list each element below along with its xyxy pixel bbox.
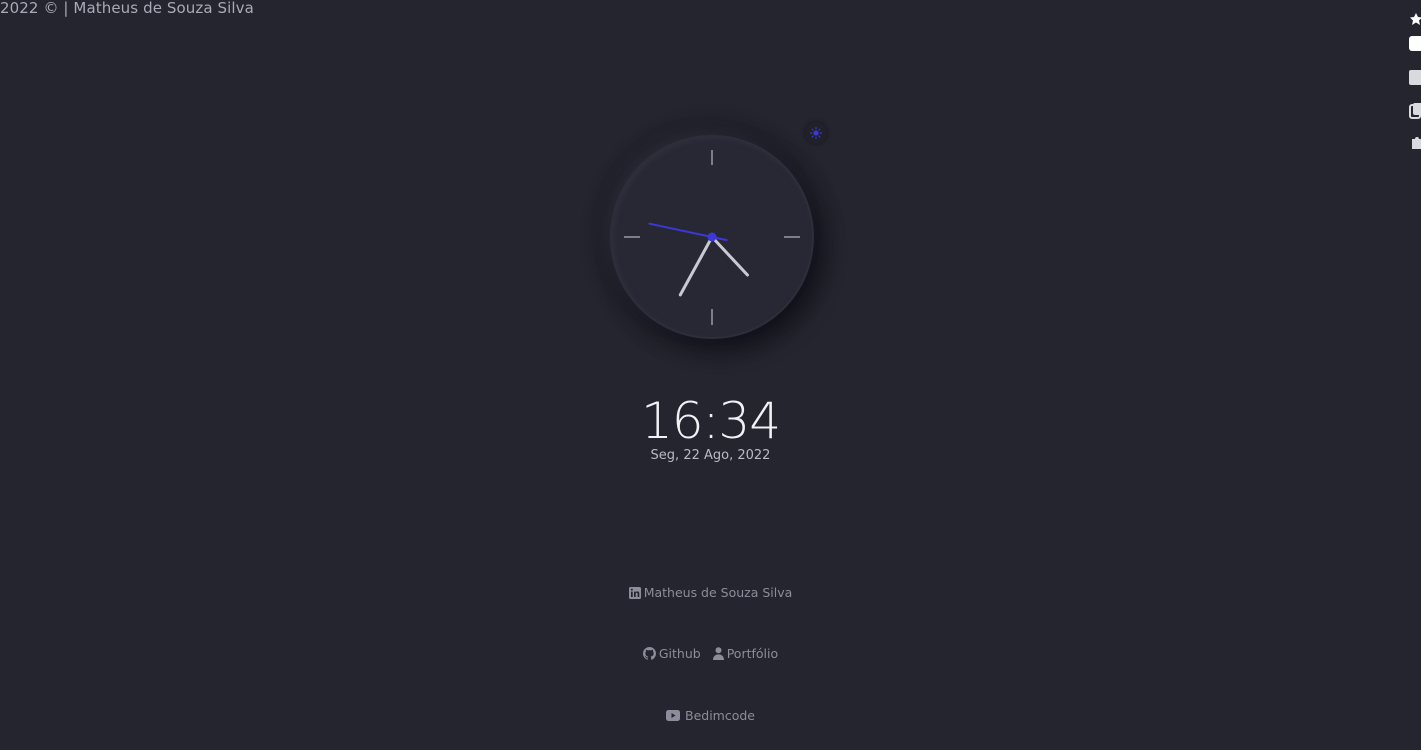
youtube-link[interactable]: Bedimcode bbox=[666, 708, 755, 723]
linkedin-row: Matheus de Souza Silva bbox=[0, 585, 1421, 600]
library-icon[interactable] bbox=[1409, 102, 1421, 120]
portfolio-label: Portfólio bbox=[726, 646, 779, 661]
linkedin-link[interactable]: Matheus de Souza Silva bbox=[628, 585, 793, 600]
github-portfolio-row: Github Portfólio bbox=[0, 646, 1421, 661]
github-label: Github bbox=[658, 646, 701, 661]
date-text: Seg, 22 Ago, 2022 bbox=[650, 448, 771, 463]
sun-icon bbox=[810, 127, 822, 139]
portfolio-link[interactable]: Portfólio bbox=[712, 646, 779, 661]
linkedin-icon bbox=[628, 586, 641, 599]
pin-icon[interactable] bbox=[1409, 12, 1421, 26]
copyright-text: 2022 © | Matheus de Souza Silva bbox=[0, 0, 254, 17]
theme-toggle-button[interactable] bbox=[805, 122, 827, 144]
hour-hand bbox=[710, 235, 749, 277]
user-icon bbox=[712, 647, 724, 660]
page: 2022 © | Matheus de Souza Silva 16:34 Se… bbox=[0, 0, 1421, 750]
github-icon bbox=[642, 647, 656, 660]
analog-clock bbox=[624, 150, 800, 325]
youtube-icon bbox=[666, 710, 680, 721]
youtube-row: Bedimcode bbox=[0, 708, 1421, 723]
minute-hand bbox=[678, 235, 714, 297]
browser-extension-toolbar bbox=[1409, 10, 1421, 160]
github-link[interactable]: Github bbox=[642, 646, 701, 661]
extension-square-icon[interactable] bbox=[1409, 70, 1421, 85]
youtube-label: Bedimcode bbox=[685, 708, 755, 723]
clock-center-dot bbox=[707, 232, 717, 242]
puzzle-icon[interactable] bbox=[1409, 136, 1421, 152]
linkedin-label: Matheus de Souza Silva bbox=[643, 585, 793, 600]
digital-time: 16:34 bbox=[640, 392, 781, 450]
camera-icon[interactable] bbox=[1409, 36, 1421, 51]
